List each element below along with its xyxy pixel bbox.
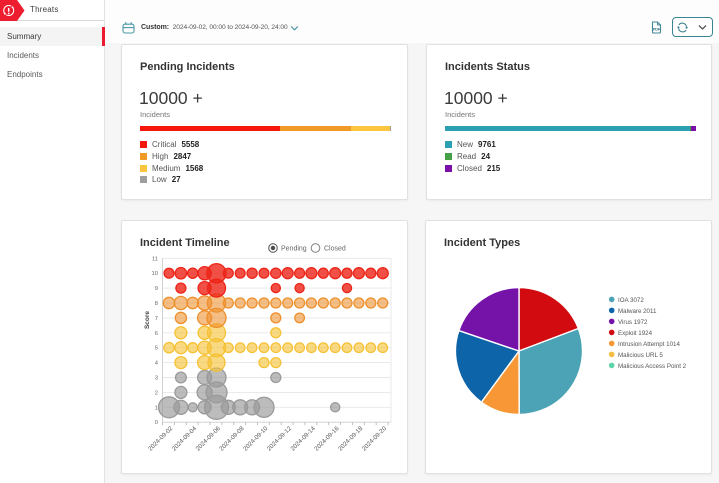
svg-text:5: 5 xyxy=(155,346,158,352)
svg-text:Intrusion Attempt 1014: Intrusion Attempt 1014 xyxy=(618,341,680,348)
svg-text:10: 10 xyxy=(152,271,158,277)
svg-text:9: 9 xyxy=(155,286,158,292)
svg-text:Exploit 1924: Exploit 1924 xyxy=(618,330,653,337)
svg-text:8: 8 xyxy=(155,301,158,307)
svg-text:PDF: PDF xyxy=(653,27,661,31)
svg-text:Malicious Access Point 2: Malicious Access Point 2 xyxy=(618,363,687,370)
svg-text:11: 11 xyxy=(152,256,158,262)
svg-text:2024-09-20: 2024-09-20 xyxy=(361,425,389,453)
svg-text:Score: Score xyxy=(144,311,151,329)
svg-text:3: 3 xyxy=(155,376,158,382)
svg-text:Malware 2011: Malware 2011 xyxy=(618,308,657,315)
svg-text:2: 2 xyxy=(155,390,158,396)
svg-text:IOA 3072: IOA 3072 xyxy=(618,297,644,304)
svg-text:Malicious URL 5: Malicious URL 5 xyxy=(618,352,663,359)
svg-text:7: 7 xyxy=(155,316,158,322)
svg-text:Virus 1972: Virus 1972 xyxy=(618,319,648,326)
svg-text:0: 0 xyxy=(155,420,158,426)
svg-text:1: 1 xyxy=(155,405,158,411)
svg-text:4: 4 xyxy=(155,361,159,367)
svg-text:6: 6 xyxy=(155,331,158,337)
